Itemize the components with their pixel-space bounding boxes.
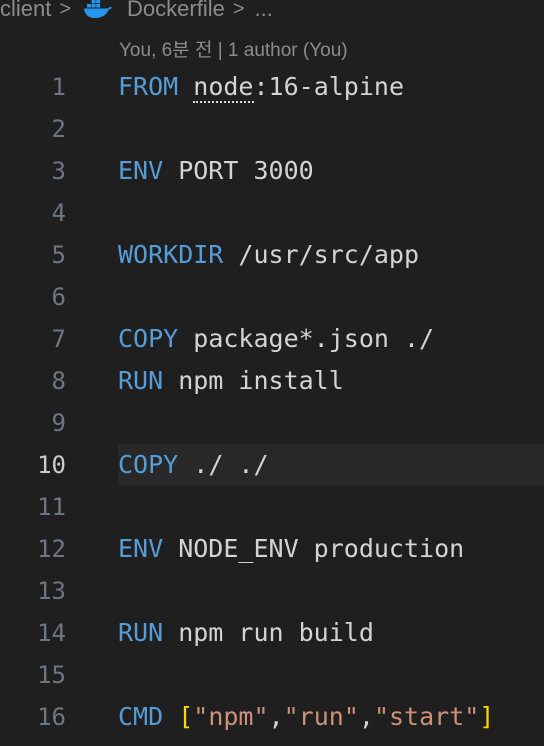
code-argument: npm run build <box>163 618 374 647</box>
code-argument <box>163 702 178 731</box>
comma: , <box>268 702 284 731</box>
dockerfile-keyword: ENV <box>118 156 164 185</box>
code-editor[interactable]: 1 FROM node:16-alpine 2 3 ENV PORT 3000 4 5 WOR… <box>0 66 544 738</box>
line-number: 15 <box>37 661 66 689</box>
line-number: 7 <box>51 325 66 353</box>
code-area[interactable] <box>118 276 544 318</box>
comma: , <box>358 702 374 731</box>
code-line[interactable]: 5 WORKDIR /usr/src/app <box>0 234 544 276</box>
bracket-open: [ <box>178 702 194 731</box>
dockerfile-keyword: FROM <box>118 72 179 101</box>
line-number: 5 <box>51 241 66 269</box>
image-name-link: node <box>193 72 254 103</box>
breadcrumb-separator: > <box>232 0 245 20</box>
code-area[interactable] <box>118 402 544 444</box>
line-number: 16 <box>37 703 66 731</box>
string-literal: "run" <box>283 702 359 731</box>
codelens-author[interactable]: You, 6분 전 | 1 author (You) <box>119 35 348 62</box>
code-argument: /usr/src/app <box>223 240 420 269</box>
code-argument: ./ ./ <box>178 450 269 479</box>
line-number: 3 <box>51 157 66 185</box>
code-area[interactable]: RUN npm run build <box>118 612 544 654</box>
code-text: RUN npm run build <box>118 612 374 654</box>
breadcrumb-file-dockerfile[interactable]: Dockerfile <box>127 0 225 22</box>
code-area[interactable]: ENV NODE_ENV production <box>118 528 544 570</box>
docker-icon <box>83 0 113 20</box>
code-text: FROM node:16-alpine <box>118 66 404 108</box>
code-text: CMD ["npm","run","start"] <box>118 696 494 738</box>
code-argument: package*.json ./ <box>178 324 435 353</box>
code-text: COPY package*.json ./ <box>118 318 434 360</box>
code-line[interactable]: 11 <box>0 486 544 528</box>
breadcrumb: client > Dockerfile > ... <box>0 0 273 26</box>
code-text: COPY ./ ./ <box>118 444 269 486</box>
bracket-close: ] <box>479 702 495 731</box>
breadcrumb-folder-client[interactable]: client <box>0 0 51 22</box>
code-line[interactable]: 3 ENV PORT 3000 <box>0 150 544 192</box>
code-line[interactable]: 8 RUN npm install <box>0 360 544 402</box>
code-area[interactable] <box>118 570 544 612</box>
dockerfile-keyword: RUN <box>118 366 164 395</box>
dockerfile-keyword: RUN <box>118 618 164 647</box>
breadcrumb-more[interactable]: ... <box>255 0 273 22</box>
dockerfile-keyword: WORKDIR <box>118 240 224 269</box>
code-area[interactable]: RUN npm install <box>118 360 544 402</box>
code-text: ENV NODE_ENV production <box>118 528 464 570</box>
breadcrumb-separator: > <box>59 0 72 20</box>
dockerfile-keyword: ENV <box>118 534 164 563</box>
line-number: 13 <box>37 577 66 605</box>
code-argument: :16-alpine <box>253 72 405 101</box>
line-number: 11 <box>37 493 66 521</box>
code-area[interactable] <box>118 108 544 150</box>
code-line[interactable]: 4 <box>0 192 544 234</box>
code-line[interactable]: 10 COPY ./ ./ <box>0 444 544 486</box>
code-area[interactable]: FROM node:16-alpine <box>118 66 544 108</box>
code-text: WORKDIR /usr/src/app <box>118 234 419 276</box>
code-argument: NODE_ENV production <box>163 534 465 563</box>
code-area[interactable] <box>118 486 544 528</box>
line-number: 2 <box>51 115 66 143</box>
code-line[interactable]: 6 <box>0 276 544 318</box>
code-line[interactable]: 13 <box>0 570 544 612</box>
dockerfile-keyword: COPY <box>118 324 179 353</box>
code-area[interactable]: COPY package*.json ./ <box>118 318 544 360</box>
line-number: 10 <box>37 451 66 479</box>
line-number: 6 <box>51 283 66 311</box>
line-number: 1 <box>51 73 66 101</box>
line-number: 4 <box>51 199 66 227</box>
line-number: 9 <box>51 409 66 437</box>
code-area[interactable]: ENV PORT 3000 <box>118 150 544 192</box>
line-number: 8 <box>51 367 66 395</box>
dockerfile-keyword: CMD <box>118 702 164 731</box>
string-literal: "npm" <box>193 702 269 731</box>
code-area[interactable]: CMD ["npm","run","start"] <box>118 696 544 738</box>
code-line[interactable]: 15 <box>0 654 544 696</box>
code-area[interactable] <box>118 192 544 234</box>
code-line[interactable]: 14 RUN npm run build <box>0 612 544 654</box>
code-argument: PORT 3000 <box>163 156 314 185</box>
code-argument: npm install <box>163 366 344 395</box>
code-line[interactable]: 16 CMD ["npm","run","start"] <box>0 696 544 738</box>
line-number: 14 <box>37 619 66 647</box>
code-line[interactable]: 2 <box>0 108 544 150</box>
code-line[interactable]: 1 FROM node:16-alpine <box>0 66 544 108</box>
code-line[interactable]: 7 COPY package*.json ./ <box>0 318 544 360</box>
line-number: 12 <box>37 535 66 563</box>
code-text: RUN npm install <box>118 360 344 402</box>
code-line[interactable]: 9 <box>0 402 544 444</box>
dockerfile-keyword: COPY <box>118 450 179 479</box>
code-area[interactable]: COPY ./ ./ <box>118 444 544 486</box>
code-line[interactable]: 12 ENV NODE_ENV production <box>0 528 544 570</box>
string-literal: "start" <box>373 702 480 731</box>
code-area[interactable] <box>118 654 544 696</box>
code-text: ENV PORT 3000 <box>118 150 314 192</box>
code-area[interactable]: WORKDIR /usr/src/app <box>118 234 544 276</box>
